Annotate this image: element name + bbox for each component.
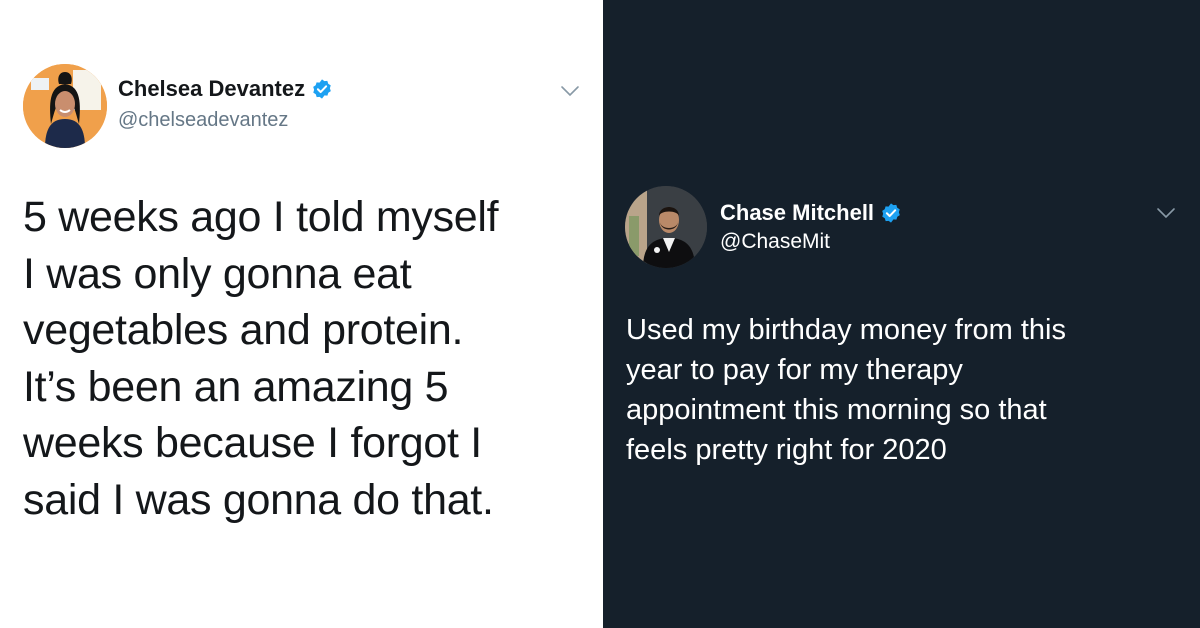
display-name[interactable]: Chelsea Devantez — [118, 76, 305, 102]
avatar-photo — [23, 64, 107, 148]
avatar-photo — [625, 186, 707, 268]
tweet-text: Used my birthday money from this year to… — [626, 314, 1066, 466]
tweet-text: 5 weeks ago I told myself I was only gon… — [23, 193, 499, 524]
chevron-down-icon[interactable] — [1156, 206, 1176, 220]
author-name-row: Chelsea Devantez — [118, 76, 333, 102]
avatar[interactable] — [625, 186, 707, 268]
verified-badge-icon — [880, 202, 902, 224]
display-name[interactable]: Chase Mitchell — [720, 200, 874, 226]
username-handle[interactable]: @ChaseMit — [720, 230, 830, 254]
verified-badge-icon — [311, 78, 333, 100]
chevron-down-icon[interactable] — [560, 84, 580, 98]
username-handle[interactable]: @chelseadevantez — [118, 109, 288, 132]
author-name-row: Chase Mitchell — [720, 200, 902, 226]
tweet-card-chelsea: Chelsea Devantez @chelseadevantez 5 week… — [0, 0, 603, 628]
tweet-card-chase: Chase Mitchell @ChaseMit Used my birthda… — [603, 0, 1200, 628]
avatar[interactable] — [23, 64, 107, 148]
